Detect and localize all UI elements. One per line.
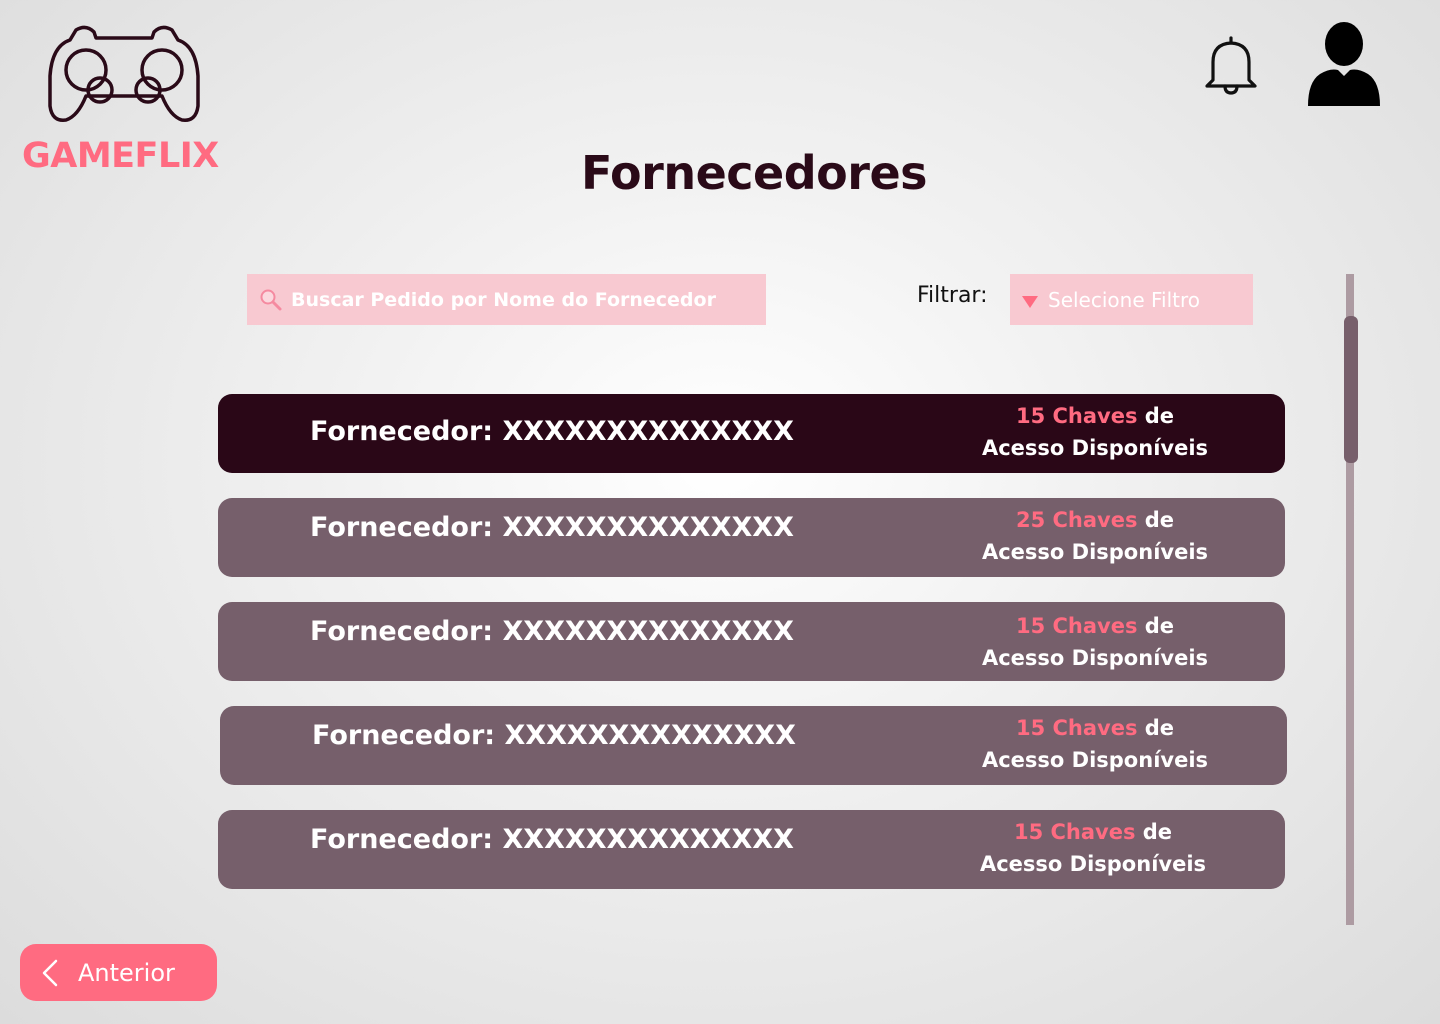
keys-suffix: de: [1137, 614, 1175, 638]
keys-count: 15 Chaves: [1013, 820, 1136, 844]
chevron-left-icon: [42, 959, 58, 986]
supplier-keys: 15 Chaves de Acesso Disponíveis: [975, 610, 1215, 674]
supplier-row[interactable]: Fornecedor: XXXXXXXXXXXXXX 25 Chaves de …: [218, 498, 1285, 577]
supplier-row[interactable]: Fornecedor: XXXXXXXXXXXXXX 15 Chaves de …: [218, 394, 1285, 473]
gamepad-icon: [48, 25, 200, 122]
supplier-row[interactable]: Fornecedor: XXXXXXXXXXXXXX 15 Chaves de …: [218, 810, 1285, 889]
filter-label: Filtrar:: [917, 283, 988, 308]
caret-down-icon: [1022, 295, 1038, 308]
supplier-name: Fornecedor: XXXXXXXXXXXXXX: [310, 512, 794, 543]
supplier-name: Fornecedor: XXXXXXXXXXXXXX: [310, 824, 794, 855]
supplier-row[interactable]: Fornecedor: XXXXXXXXXXXXXX 15 Chaves de …: [218, 602, 1285, 681]
previous-label: Anterior: [78, 958, 175, 987]
scrollbar-thumb[interactable]: [1344, 316, 1358, 463]
supplier-keys: 25 Chaves de Acesso Disponíveis: [975, 504, 1215, 568]
search-placeholder: Buscar Pedido por Nome do Fornecedor: [291, 288, 716, 311]
previous-button[interactable]: Anterior: [20, 944, 217, 1001]
keys-suffix: de: [1137, 404, 1175, 428]
keys-count: 25 Chaves: [1015, 508, 1138, 532]
keys-suffix: de: [1135, 820, 1173, 844]
supplier-name: Fornecedor: XXXXXXXXXXXXXX: [310, 416, 794, 447]
scrollbar-track[interactable]: [1344, 274, 1358, 925]
keys-label: Acesso Disponíveis: [981, 436, 1209, 460]
filter-select[interactable]: Selecione Filtro: [1010, 274, 1253, 325]
search-icon: [260, 289, 282, 310]
supplier-keys: 15 Chaves de Acesso Disponíveis: [973, 816, 1213, 880]
keys-label: Acesso Disponíveis: [981, 540, 1209, 564]
supplier-name: Fornecedor: XXXXXXXXXXXXXX: [312, 720, 796, 751]
keys-suffix: de: [1137, 716, 1175, 740]
keys-label: Acesso Disponíveis: [981, 646, 1209, 670]
bell-icon[interactable]: [1203, 34, 1259, 96]
keys-count: 15 Chaves: [1015, 614, 1138, 638]
keys-count: 15 Chaves: [1015, 404, 1138, 428]
keys-count: 15 Chaves: [1015, 716, 1138, 740]
user-icon[interactable]: [1304, 20, 1384, 110]
keys-suffix: de: [1137, 508, 1175, 532]
filter-placeholder: Selecione Filtro: [1048, 287, 1201, 312]
keys-label: Acesso Disponíveis: [981, 748, 1209, 772]
search-input[interactable]: Buscar Pedido por Nome do Fornecedor: [247, 274, 766, 325]
supplier-name: Fornecedor: XXXXXXXXXXXXXX: [310, 616, 794, 647]
page-title: Fornecedores: [580, 146, 928, 200]
keys-label: Acesso Disponíveis: [979, 852, 1207, 876]
supplier-row[interactable]: Fornecedor: XXXXXXXXXXXXXX 15 Chaves de …: [220, 706, 1287, 785]
supplier-keys: 15 Chaves de Acesso Disponíveis: [975, 400, 1215, 464]
supplier-keys: 15 Chaves de Acesso Disponíveis: [975, 712, 1215, 776]
